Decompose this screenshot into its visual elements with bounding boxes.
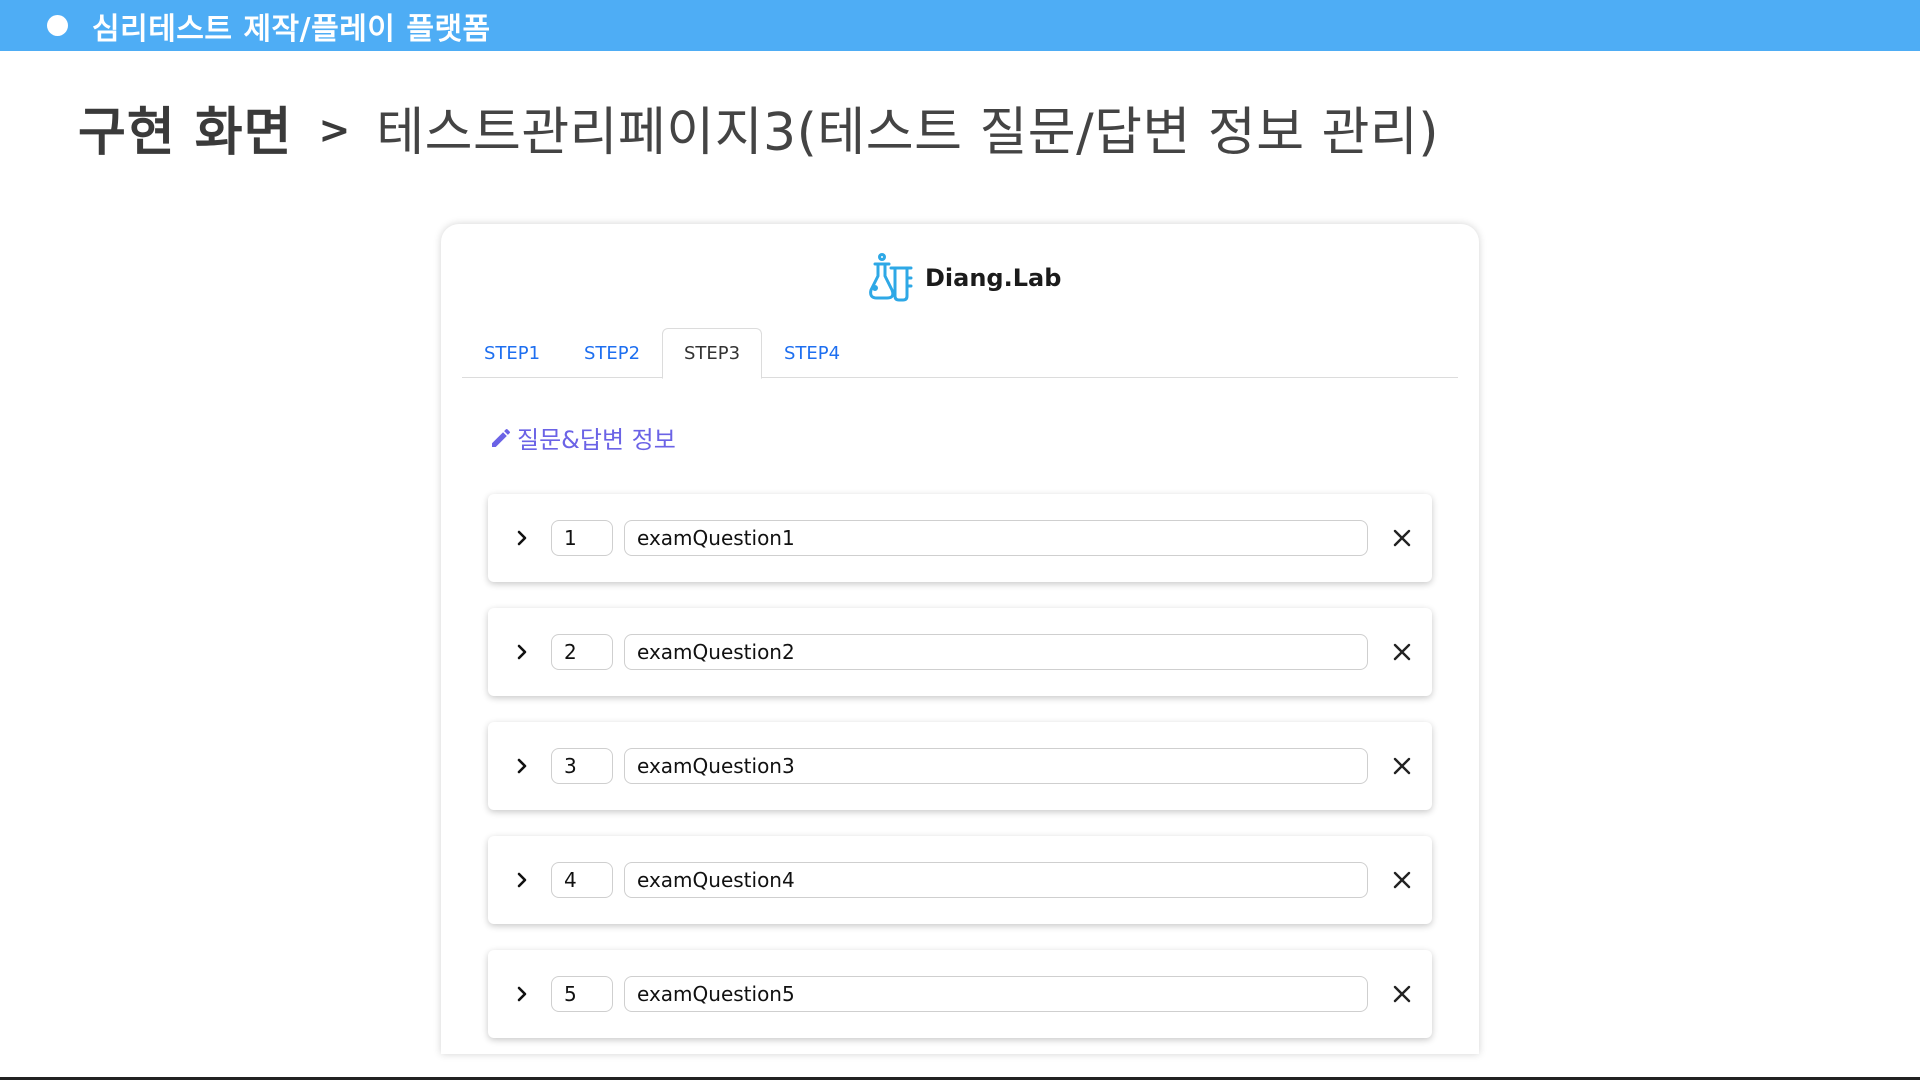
question-text-input[interactable] xyxy=(624,862,1368,898)
page-heading: 구현 화면 > 테스트관리페이지3(테스트 질문/답변 정보 관리) xyxy=(78,92,1440,163)
logo-text: Diang.Lab xyxy=(925,264,1062,292)
question-number-input[interactable] xyxy=(551,976,613,1012)
question-text-input[interactable] xyxy=(624,976,1368,1012)
banner-title: 심리테스트 제작/플레이 플랫폼 xyxy=(92,11,491,47)
top-banner: 심리테스트 제작/플레이 플랫폼 xyxy=(0,0,1920,51)
question-number-input[interactable] xyxy=(551,862,613,898)
question-list xyxy=(488,494,1432,1054)
tab-step3[interactable]: STEP3 xyxy=(662,328,762,379)
close-icon[interactable] xyxy=(1388,866,1416,894)
step-tabs: STEP1 STEP2 STEP3 STEP4 xyxy=(462,328,1458,379)
chevron-right-icon[interactable] xyxy=(510,868,534,892)
tab-step1[interactable]: STEP1 xyxy=(462,328,562,378)
tab-step4[interactable]: STEP4 xyxy=(762,328,862,378)
close-icon[interactable] xyxy=(1388,638,1416,666)
close-icon[interactable] xyxy=(1388,752,1416,780)
section-title-text: 질문&답변 정보 xyxy=(517,426,676,454)
chevron-right-icon[interactable] xyxy=(510,526,534,550)
heading-separator: > xyxy=(318,108,351,152)
app-window: Diang.Lab STEP1 STEP2 STEP3 STEP4 질문&답변 … xyxy=(441,224,1479,1054)
question-number-input[interactable] xyxy=(551,634,613,670)
chevron-right-icon[interactable] xyxy=(510,982,534,1006)
question-card xyxy=(488,722,1432,810)
tab-step2[interactable]: STEP2 xyxy=(562,328,662,378)
flask-beaker-icon xyxy=(869,253,913,302)
question-card xyxy=(488,950,1432,1038)
section-title: 질문&답변 정보 xyxy=(489,420,676,455)
bullet-dot xyxy=(47,15,68,36)
question-text-input[interactable] xyxy=(624,634,1368,670)
slide: 심리테스트 제작/플레이 플랫폼 구현 화면 > 테스트관리페이지3(테스트 질… xyxy=(0,0,1920,1080)
heading-bold: 구현 화면 xyxy=(78,102,293,163)
question-number-input[interactable] xyxy=(551,520,613,556)
question-card xyxy=(488,608,1432,696)
close-icon[interactable] xyxy=(1388,980,1416,1008)
heading-subtitle: 테스트관리페이지3(테스트 질문/답변 정보 관리) xyxy=(376,102,1440,163)
chevron-right-icon[interactable] xyxy=(510,754,534,778)
logo[interactable]: Diang.Lab xyxy=(867,252,1061,304)
question-card xyxy=(488,494,1432,582)
question-card xyxy=(488,836,1432,924)
question-number-input[interactable] xyxy=(551,748,613,784)
pencil-icon xyxy=(492,428,511,447)
chevron-right-icon[interactable] xyxy=(510,640,534,664)
question-text-input[interactable] xyxy=(624,520,1368,556)
close-icon[interactable] xyxy=(1388,524,1416,552)
question-text-input[interactable] xyxy=(624,748,1368,784)
